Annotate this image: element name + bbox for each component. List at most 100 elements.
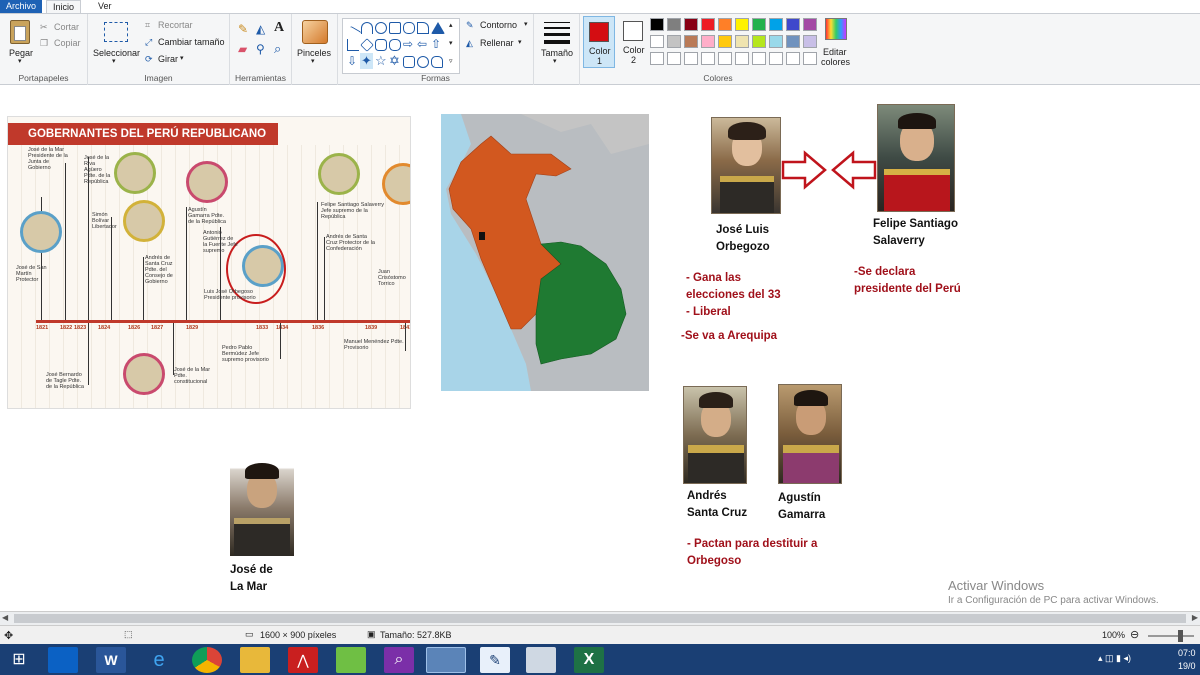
polygon-shape-icon[interactable]: [417, 22, 429, 34]
six-point-star-shape-icon[interactable]: ✡: [389, 53, 400, 69]
callout-cloud-shape-icon[interactable]: [431, 56, 443, 68]
edit-colors-label-2[interactable]: colores: [821, 57, 850, 67]
right-triangle-shape-icon[interactable]: [347, 39, 359, 51]
tab-home[interactable]: Inicio: [46, 0, 82, 13]
palette-swatch[interactable]: [752, 18, 766, 31]
clock-time[interactable]: 07:0: [1178, 648, 1196, 658]
color1-button[interactable]: Color 1: [583, 16, 615, 68]
palette-swatch[interactable]: [650, 52, 664, 65]
palette-swatch[interactable]: [718, 52, 732, 65]
palette-swatch[interactable]: [684, 52, 698, 65]
oval-shape-icon[interactable]: [375, 22, 387, 34]
rectangle-shape-icon[interactable]: [389, 22, 401, 34]
hexagon-shape-icon[interactable]: [389, 39, 401, 51]
orbegozo-portrait[interactable]: [711, 117, 781, 214]
shapes-expand-icon[interactable]: ▿: [449, 57, 453, 65]
paint-icon[interactable]: [426, 647, 466, 673]
crop-button[interactable]: Recortar: [158, 20, 193, 30]
arrow-up-shape-icon[interactable]: ⇧: [431, 37, 441, 51]
scrollbar-thumb[interactable]: [14, 614, 1186, 623]
palette-swatch[interactable]: [786, 52, 800, 65]
palette-swatch[interactable]: [718, 35, 732, 48]
clock-date[interactable]: 19/0: [1178, 661, 1196, 671]
palette-swatch[interactable]: [701, 18, 715, 31]
outline-dropdown-icon[interactable]: ▾: [524, 20, 528, 28]
select-icon[interactable]: [104, 22, 128, 42]
palette-swatch[interactable]: [752, 35, 766, 48]
tray-icons[interactable]: ▴ ◫ ▮ ◂): [1098, 653, 1131, 664]
size-icon[interactable]: [544, 20, 570, 44]
color2-button[interactable]: Color 2: [618, 16, 650, 68]
palette-swatch[interactable]: [803, 52, 817, 65]
word-icon[interactable]: W: [96, 647, 126, 673]
paste-dropdown-icon[interactable]: ▾: [18, 57, 22, 65]
palette-swatch[interactable]: [769, 35, 783, 48]
dropbox-icon[interactable]: [48, 647, 78, 673]
arrow-right-shape-icon[interactable]: ⇨: [403, 37, 413, 51]
rotate-button[interactable]: Girar: [158, 54, 178, 64]
search-app-icon[interactable]: ⌕: [384, 647, 414, 673]
horizontal-scrollbar[interactable]: ◀ ▶: [0, 611, 1200, 625]
palette-swatch[interactable]: [752, 52, 766, 65]
fill-button[interactable]: Rellenar: [480, 38, 514, 48]
palette-swatch[interactable]: [735, 52, 749, 65]
santa-cruz-portrait-large[interactable]: [683, 386, 747, 484]
edit-colors-icon[interactable]: [825, 18, 847, 40]
file-explorer-icon[interactable]: [240, 647, 270, 673]
copy-button[interactable]: Copiar: [54, 38, 81, 48]
brushes-icon[interactable]: [302, 20, 328, 44]
callout-rect-shape-icon[interactable]: [403, 56, 415, 68]
la-mar-portrait-large[interactable]: [230, 460, 294, 556]
internet-explorer-icon[interactable]: e: [144, 647, 174, 673]
scroll-left-icon[interactable]: ◀: [2, 613, 8, 622]
rotate-dropdown-icon[interactable]: ▾: [180, 54, 184, 62]
salaverry-portrait-large[interactable]: [877, 104, 955, 212]
palette-swatch[interactable]: [803, 35, 817, 48]
palette-swatch[interactable]: [701, 52, 715, 65]
gamarra-portrait-large[interactable]: [778, 384, 842, 484]
zoom-slider-thumb[interactable]: [1178, 630, 1183, 642]
five-point-star-shape-icon[interactable]: ☆: [375, 53, 387, 69]
text-tool-icon[interactable]: A: [274, 20, 284, 36]
palette-swatch[interactable]: [718, 18, 732, 31]
diamond-shape-icon[interactable]: [360, 38, 374, 52]
palette-swatch[interactable]: [667, 52, 681, 65]
callout-oval-shape-icon[interactable]: [417, 56, 429, 68]
palette-swatch[interactable]: [735, 18, 749, 31]
select-dropdown-icon[interactable]: ▾: [112, 57, 116, 65]
map-image[interactable]: [441, 114, 649, 391]
select-button[interactable]: Seleccionar: [93, 48, 140, 58]
palette-swatch[interactable]: [650, 35, 664, 48]
scroll-right-icon[interactable]: ▶: [1192, 613, 1198, 622]
fill-dropdown-icon[interactable]: ▾: [518, 38, 522, 46]
magnifier-icon[interactable]: ⌕: [274, 41, 281, 57]
brushes-dropdown-icon[interactable]: ▾: [311, 57, 315, 65]
palette-swatch[interactable]: [803, 18, 817, 31]
outline-button[interactable]: Contorno: [480, 20, 517, 30]
pen-app-icon[interactable]: ✎: [480, 647, 510, 673]
app-icon[interactable]: [336, 647, 366, 673]
four-point-star-shape-icon[interactable]: ✦: [360, 53, 373, 69]
timeline-image[interactable]: GOBERNANTES DEL PERÚ REPUBLICANO 1821 182…: [7, 116, 411, 409]
size-dropdown-icon[interactable]: ▾: [553, 57, 557, 65]
acrobat-icon[interactable]: ⋀: [288, 647, 318, 673]
pentagon-shape-icon[interactable]: [375, 39, 387, 51]
palette-swatch[interactable]: [735, 35, 749, 48]
palette-swatch[interactable]: [786, 18, 800, 31]
shapes-scroll-down-icon[interactable]: ▾: [449, 39, 453, 47]
resize-button[interactable]: Cambiar tamaño: [158, 37, 225, 47]
tab-view[interactable]: Ver: [92, 0, 118, 13]
tab-file[interactable]: Archivo: [0, 0, 43, 13]
size-button[interactable]: Tamaño: [541, 48, 573, 58]
eraser-icon[interactable]: ▰: [238, 42, 247, 56]
fill-bucket-icon[interactable]: ◭: [256, 22, 265, 36]
zoom-slider[interactable]: [1148, 635, 1194, 637]
palette-swatch[interactable]: [769, 52, 783, 65]
palette-swatch[interactable]: [684, 35, 698, 48]
palette-swatch[interactable]: [667, 18, 681, 31]
arrow-left-shape-icon[interactable]: ⇦: [417, 37, 427, 51]
color-picker-icon[interactable]: ⚲: [256, 42, 265, 56]
pencil-icon[interactable]: ✎: [238, 22, 248, 36]
shapes-gallery[interactable]: ⇨ ⇦ ⇧ ⇩ ✦ ☆ ✡ ▴ ▾ ▿: [342, 18, 460, 74]
paste-icon[interactable]: [10, 20, 30, 44]
